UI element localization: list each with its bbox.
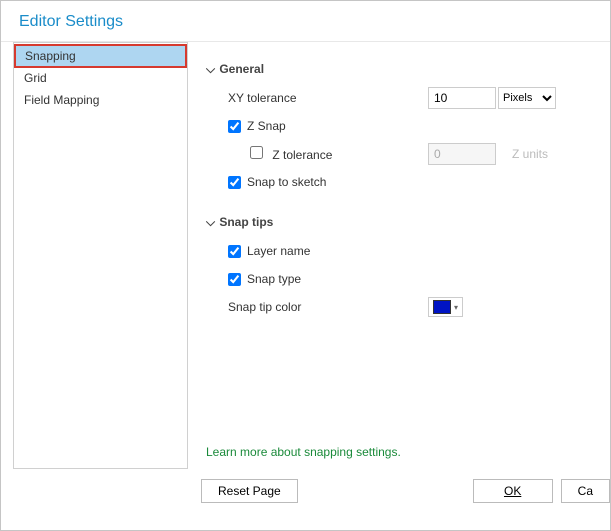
row-xy-tolerance: XY tolerance Pixels xyxy=(228,87,610,109)
snap-sketch-checkbox[interactable] xyxy=(228,176,241,189)
ok-button[interactable]: OK xyxy=(473,479,553,503)
sidebar-item-label: Field Mapping xyxy=(24,93,99,107)
z-tolerance-wrap: Z tolerance xyxy=(250,146,428,162)
color-swatch-box xyxy=(433,300,451,314)
cancel-button[interactable]: Ca xyxy=(561,479,610,503)
z-snap-label: Z Snap xyxy=(247,119,286,133)
snap-type-label: Snap type xyxy=(247,272,301,286)
row-snap-type: Snap type xyxy=(228,268,610,290)
sidebar-item-field-mapping[interactable]: Field Mapping xyxy=(14,89,187,111)
z-tolerance-label: Z tolerance xyxy=(272,148,332,162)
cancel-button-label: Ca xyxy=(578,484,593,498)
section-header-snaptips[interactable]: ⌵ Snap tips xyxy=(206,215,610,230)
content-panel: ⌵ General XY tolerance Pixels Z Snap xyxy=(188,42,610,469)
snap-type-checkbox[interactable] xyxy=(228,273,241,286)
row-snap-color: Snap tip color ▾ xyxy=(228,296,610,318)
sidebar-item-grid[interactable]: Grid xyxy=(14,67,187,89)
section-header-general[interactable]: ⌵ General xyxy=(206,62,610,77)
xy-tolerance-input[interactable] xyxy=(428,87,496,109)
row-z-tolerance: Z tolerance Z units xyxy=(250,143,610,165)
z-snap-checkbox[interactable] xyxy=(228,120,241,133)
snap-sketch-label: Snap to sketch xyxy=(247,175,326,189)
footer-spacer xyxy=(306,479,465,503)
xy-tolerance-fields: Pixels xyxy=(428,87,556,109)
z-tolerance-input xyxy=(428,143,496,165)
chevron-down-icon: ▾ xyxy=(454,303,458,312)
dialog-footer: Reset Page OK Ca xyxy=(1,469,610,503)
reset-page-button[interactable]: Reset Page xyxy=(201,479,298,503)
sidebar: Snapping Grid Field Mapping xyxy=(13,42,188,469)
row-snap-sketch: Snap to sketch xyxy=(228,171,610,193)
section-title: General xyxy=(219,62,264,76)
row-layer-name: Layer name xyxy=(228,240,610,262)
sidebar-item-label: Grid xyxy=(24,71,47,85)
xy-tolerance-label: XY tolerance xyxy=(228,91,428,105)
chevron-down-icon: ⌵ xyxy=(206,62,216,77)
sidebar-item-label: Snapping xyxy=(25,49,76,63)
ok-button-label: OK xyxy=(504,484,521,498)
learn-more-link[interactable]: Learn more about snapping settings. xyxy=(206,445,401,459)
sidebar-item-snapping[interactable]: Snapping xyxy=(15,45,186,67)
layer-name-label: Layer name xyxy=(247,244,310,258)
row-z-snap: Z Snap xyxy=(228,115,610,137)
chevron-down-icon: ⌵ xyxy=(206,215,216,230)
section-title: Snap tips xyxy=(219,215,273,229)
snap-color-label: Snap tip color xyxy=(228,300,428,314)
snap-color-picker[interactable]: ▾ xyxy=(428,297,463,317)
dialog-body: Snapping Grid Field Mapping ⌵ General XY… xyxy=(1,41,610,469)
editor-settings-dialog: Editor Settings Snapping Grid Field Mapp… xyxy=(0,0,611,531)
xy-units-select[interactable]: Pixels xyxy=(498,87,556,109)
layer-name-checkbox[interactable] xyxy=(228,245,241,258)
z-tolerance-fields: Z units xyxy=(428,143,548,165)
z-units-label: Z units xyxy=(512,147,548,161)
dialog-title: Editor Settings xyxy=(1,1,610,41)
z-tolerance-checkbox[interactable] xyxy=(250,146,263,159)
